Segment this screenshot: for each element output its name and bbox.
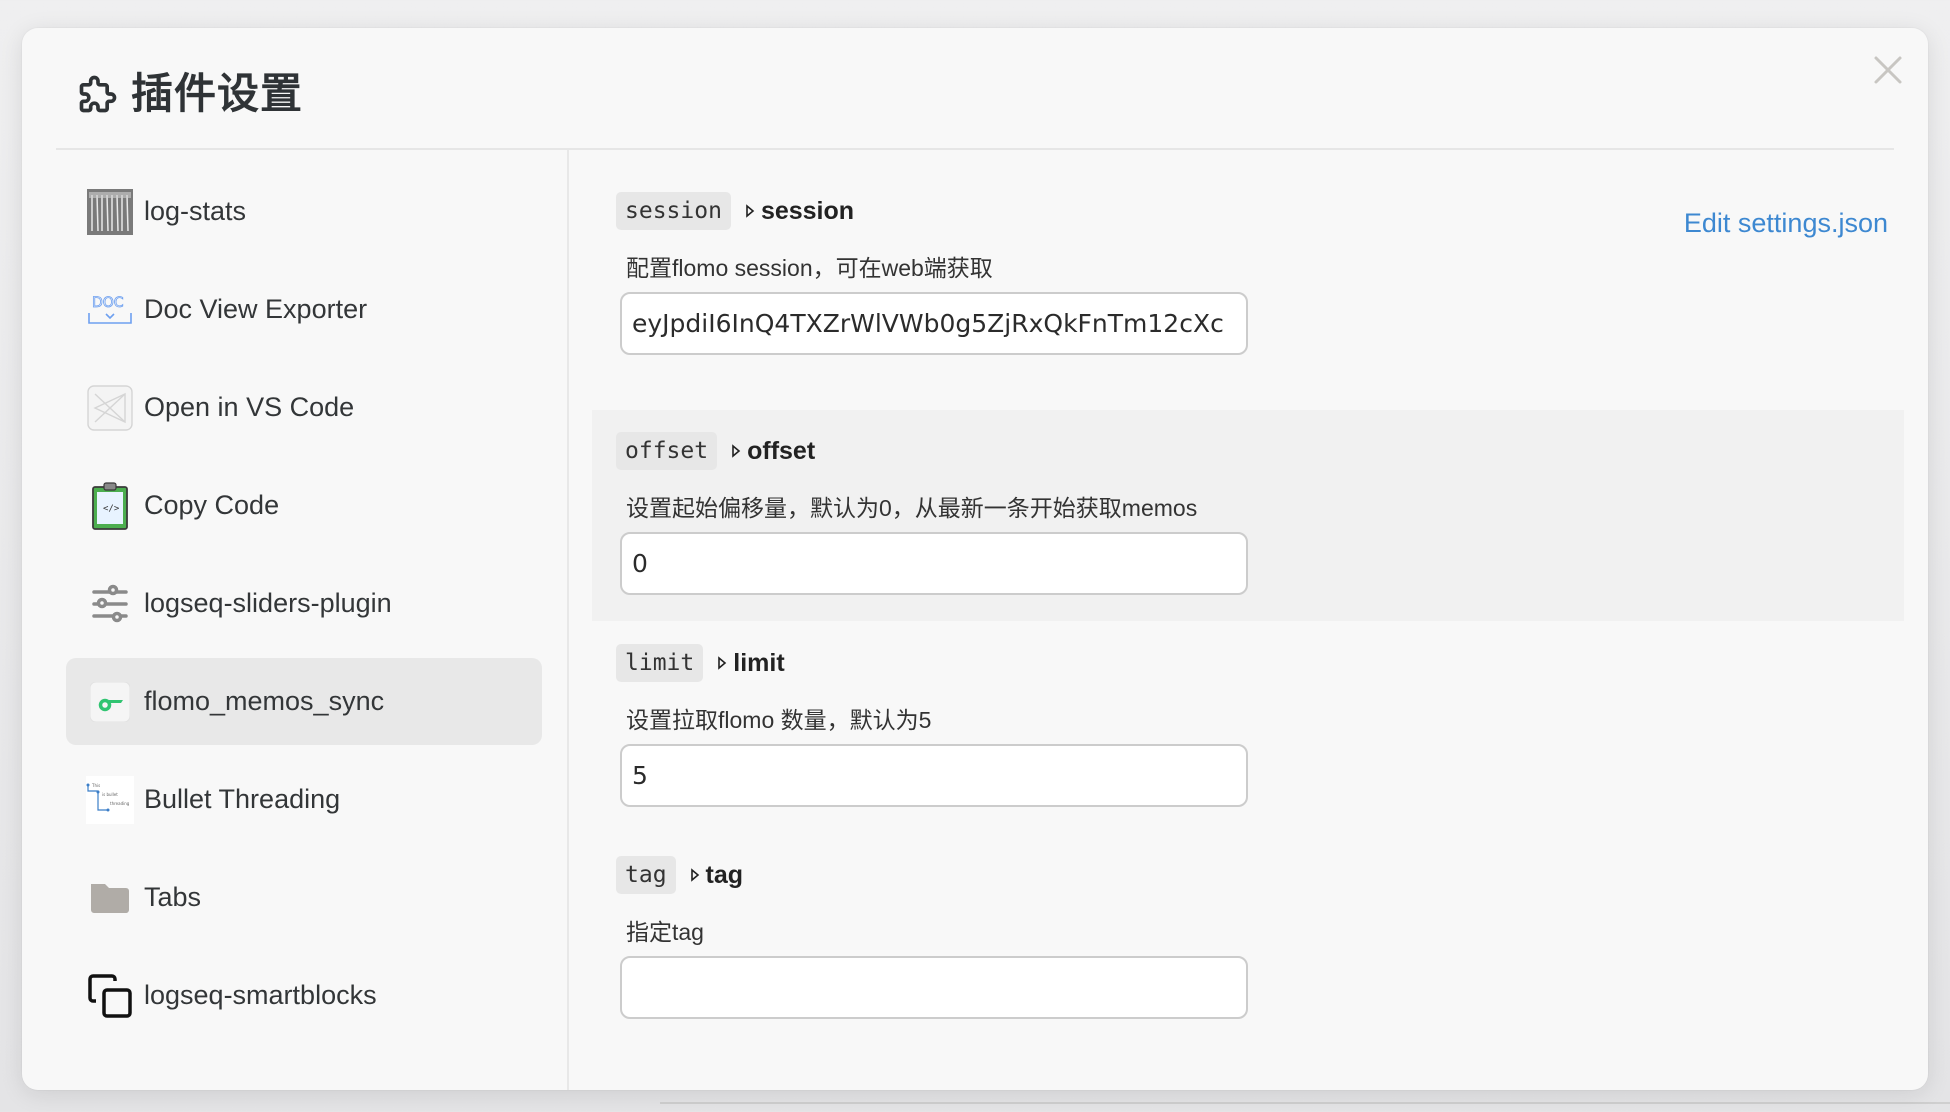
setting-description: 设置拉取flomo 数量，默认为5 <box>626 707 932 733</box>
setting-key-badge: tag <box>616 856 676 894</box>
svg-text:</>: </> <box>103 504 120 514</box>
setting-offset: offset offset 设置起始偏移量，默认为0，从最新一条开始获取memo… <box>592 410 1904 621</box>
setting-session: session session 配置flomo session，可在web端获取 <box>592 170 1904 381</box>
setting-description: 指定tag <box>626 919 704 945</box>
sidebar-item-label: flomo_memos_sync <box>144 686 385 716</box>
caret-right-icon <box>690 868 699 882</box>
copy-blocks-icon <box>86 972 134 1020</box>
doc-export-icon: DOC <box>86 286 134 334</box>
puzzle-icon <box>79 75 117 113</box>
sliders-icon <box>86 580 134 628</box>
svg-text:threading: threading <box>110 801 130 806</box>
clipboard-code-icon: </> <box>86 481 134 530</box>
sidebar-item-label: Copy Code <box>144 490 280 520</box>
caret-right-icon <box>746 204 755 218</box>
setting-header: session session <box>616 192 854 230</box>
tag-input[interactable] <box>620 956 1248 1019</box>
plugin-settings-dialog: 插件设置 log-stats DOC Doc View Exporter Ope… <box>22 28 1928 1090</box>
sidebar-item-logseq-sliders-plugin[interactable]: logseq-sliders-plugin <box>66 560 542 647</box>
bullet-threading-thumbnail-icon: This is bullet threading <box>86 775 134 824</box>
settings-panel: Edit settings.json session session 配置flo… <box>568 150 1928 1090</box>
setting-header: tag tag <box>616 856 743 894</box>
vscode-placeholder-icon <box>86 384 134 432</box>
offset-input[interactable] <box>620 532 1248 595</box>
close-icon[interactable] <box>1868 50 1908 90</box>
limit-input[interactable] <box>620 744 1248 807</box>
sidebar-item-label: logseq-sliders-plugin <box>144 588 392 618</box>
log-stats-thumbnail-icon <box>86 188 134 236</box>
dialog-header: 插件设置 <box>22 28 1928 150</box>
background-divider <box>660 1102 1950 1104</box>
setting-title: offset <box>747 436 816 465</box>
sidebar-item-label: logseq-smartblocks <box>144 980 377 1010</box>
sidebar-item-bullet-threading[interactable]: This is bullet threading Bullet Threadin… <box>66 756 542 843</box>
sidebar-item-label: Tabs <box>144 882 202 912</box>
sidebar-item-open-in-vs-code[interactable]: Open in VS Code <box>66 364 542 451</box>
setting-header: limit limit <box>616 644 785 682</box>
sidebar-item-copy-code[interactable]: </> Copy Code <box>66 462 542 549</box>
setting-title: tag <box>705 860 744 889</box>
setting-header: offset offset <box>616 432 815 470</box>
setting-key-badge: offset <box>616 432 718 470</box>
setting-title: session <box>760 196 855 225</box>
sidebar-item-label: Doc View Exporter <box>144 294 368 324</box>
svg-text:DOC: DOC <box>92 295 124 311</box>
sidebar-item-log-stats[interactable]: log-stats <box>66 168 542 255</box>
caret-right-icon <box>718 656 727 670</box>
setting-description: 设置起始偏移量，默认为0，从最新一条开始获取memos <box>626 495 1198 521</box>
sidebar-item-label: Bullet Threading <box>144 784 341 814</box>
setting-description: 配置flomo session，可在web端获取 <box>626 255 993 281</box>
setting-limit: limit limit 设置拉取flomo 数量，默认为5 <box>592 622 1904 833</box>
sidebar-item-flomo-memos-sync[interactable]: flomo_memos_sync <box>66 658 542 745</box>
setting-key-badge: session <box>616 192 731 230</box>
svg-text:This: This <box>91 783 100 788</box>
folder-icon <box>86 874 134 922</box>
sidebar-item-label: log-stats <box>144 196 247 226</box>
sidebar-item-tabs[interactable]: Tabs <box>66 854 542 941</box>
plugin-sidebar: log-stats DOC Doc View Exporter Open in … <box>22 150 568 1090</box>
sidebar-item-label: Open in VS Code <box>144 392 355 422</box>
setting-key-badge: limit <box>616 644 704 682</box>
caret-right-icon <box>732 444 741 458</box>
flomo-icon <box>86 678 134 726</box>
dialog-title: 插件设置 <box>131 70 304 117</box>
setting-tag: tag tag 指定tag <box>592 834 1904 1045</box>
svg-text:is bullet: is bullet <box>102 792 118 797</box>
sidebar-item-logseq-smartblocks[interactable]: logseq-smartblocks <box>66 952 542 1039</box>
session-input[interactable] <box>620 292 1248 355</box>
sidebar-item-doc-view-exporter[interactable]: DOC Doc View Exporter <box>66 266 542 353</box>
setting-title: limit <box>733 648 785 677</box>
